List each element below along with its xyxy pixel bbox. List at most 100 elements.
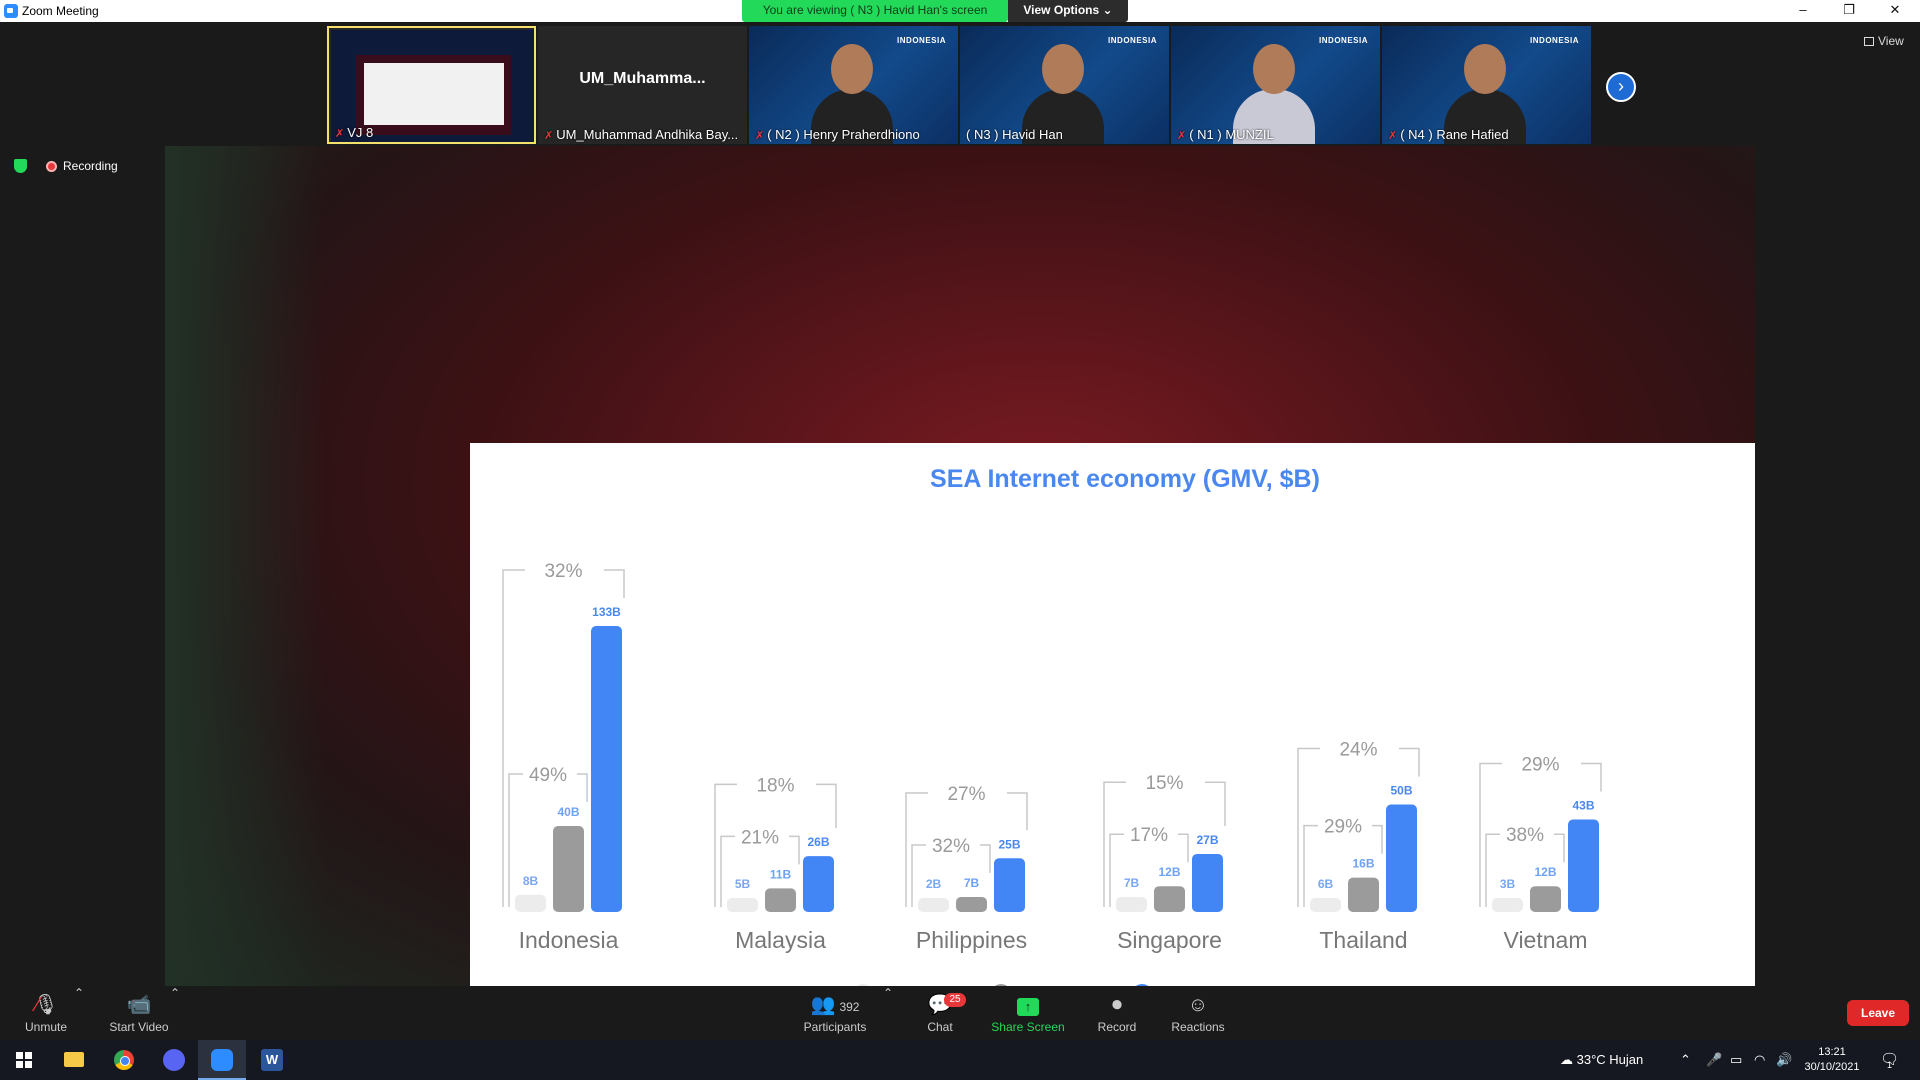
mic-off-icon: ✗ — [1388, 130, 1398, 142]
bar-2015 — [515, 894, 546, 912]
battery-icon[interactable]: ▭ — [1730, 1040, 1742, 1080]
cagr-label: 49% — [529, 765, 567, 786]
share-screen-icon: ↑ — [1017, 998, 1039, 1016]
mic-muted-icon: 🎙 ⁄ — [33, 994, 59, 1016]
volume-icon[interactable]: 🔊 — [1776, 1040, 1792, 1080]
data-label: 3B — [1500, 877, 1516, 891]
data-label: 25B — [998, 837, 1020, 851]
window-title: Zoom Meeting — [22, 4, 99, 18]
participants-caret-icon[interactable]: ⌃ — [883, 986, 893, 1040]
start-button[interactable] — [0, 1040, 48, 1080]
microphone-icon[interactable]: 🎤 — [1706, 1040, 1722, 1080]
cagr-label: 32% — [544, 561, 582, 582]
video-options-caret-icon[interactable]: ⌃ — [170, 986, 180, 1040]
cagr-label: 21% — [741, 827, 779, 848]
taskbar-discord[interactable] — [150, 1040, 198, 1080]
video-tile-andhika[interactable]: UM_Muhamma... ✗ UM_Muhammad Andhika Bay..… — [538, 26, 747, 144]
windows-taskbar: W ☁ 33°C Hujan ⌃ 🎤 ▭ ◠ 🔊 13:21 30/10/202… — [0, 1040, 1920, 1080]
bar-2019 — [765, 888, 796, 912]
weather-widget[interactable]: ☁ 33°C Hujan — [1560, 1040, 1643, 1080]
data-label: 7B — [964, 876, 980, 890]
category-label: Singapore — [1117, 927, 1222, 953]
taskbar-word[interactable]: W — [248, 1040, 296, 1080]
meeting-toolbar: 🎙 ⁄ Unmute ⌃ 📹 Start Video ⌃ 👥 392 Partici… — [0, 986, 1920, 1040]
reactions-button[interactable]: ☺ Reactions — [1168, 986, 1228, 1040]
reactions-icon: ☺ — [1187, 994, 1209, 1016]
minimize-button[interactable]: – — [1780, 0, 1826, 22]
start-video-button[interactable]: 📹 Start Video — [104, 986, 174, 1040]
taskbar-file-explorer[interactable] — [50, 1040, 98, 1080]
taskbar-zoom[interactable] — [198, 1040, 246, 1080]
cagr-label: 38% — [1506, 825, 1544, 846]
cagr-label: 27% — [947, 784, 985, 805]
show-hidden-icons-icon[interactable]: ⌃ — [1680, 1040, 1691, 1080]
close-button[interactable]: ✕ — [1872, 0, 1918, 22]
wifi-icon[interactable]: ◠ — [1754, 1040, 1765, 1080]
unmute-button[interactable]: 🎙 ⁄ Unmute — [18, 986, 74, 1040]
view-options-button[interactable]: View Options ⌄ — [1008, 0, 1128, 22]
data-label: 133B — [592, 605, 621, 619]
zoom-window: Zoom Meeting – ❐ ✕ You are viewing ( N3 … — [0, 0, 1920, 1080]
chat-button[interactable]: 💬 25 Chat — [918, 986, 966, 1040]
view-button[interactable]: View — [1864, 34, 1904, 48]
category-label: Malaysia — [735, 927, 826, 953]
video-tile-havid[interactable]: INDONESIA ( N3 ) Havid Han — [960, 26, 1169, 144]
leave-button[interactable]: Leave — [1847, 1000, 1909, 1026]
bar-2019 — [1530, 886, 1561, 912]
notification-icon[interactable]: 🗨1 — [1880, 1040, 1904, 1080]
discord-icon — [163, 1048, 185, 1071]
chrome-icon — [114, 1049, 134, 1070]
video-tile-henry[interactable]: INDONESIA ✗( N2 ) Henry Praherdhiono — [749, 26, 958, 144]
cagr-label: 29% — [1521, 755, 1559, 776]
video-off-icon: 📹 — [126, 994, 152, 1016]
bar-2025 — [1386, 804, 1417, 912]
indonesia-label: INDONESIA — [1319, 36, 1368, 45]
data-label: 43B — [1572, 799, 1594, 813]
view-label: View — [1878, 34, 1904, 48]
data-label: 7B — [1124, 876, 1140, 890]
mic-off-icon: ✗ — [544, 130, 554, 142]
bar-2015 — [1116, 896, 1147, 912]
record-button[interactable]: ⏺ Record — [1094, 986, 1140, 1040]
taskbar-chrome[interactable] — [100, 1040, 148, 1080]
category-label: Philippines — [916, 927, 1027, 953]
bar-2019 — [1348, 877, 1379, 912]
zoom-icon — [211, 1048, 233, 1071]
bar-2025 — [1192, 853, 1223, 912]
clock-date: 30/10/2021 — [1804, 1061, 1860, 1073]
participant-name: ✗ UM_Muhammad Andhika Bay... — [544, 127, 739, 142]
audio-options-caret-icon[interactable]: ⌃ — [74, 986, 84, 1040]
data-label: 26B — [807, 835, 829, 849]
next-page-arrow-icon[interactable]: › — [1606, 72, 1636, 102]
security-shield-icon[interactable] — [14, 159, 27, 173]
data-label: 50B — [1390, 784, 1412, 798]
data-label: 2B — [926, 877, 942, 891]
video-strip: ✗ VJ 8 UM_Muhamma... ✗ UM_Muhammad Andhika… — [0, 22, 1920, 146]
video-tile-rane[interactable]: INDONESIA ✗( N4 ) Rane Hafied — [1382, 26, 1591, 144]
data-label: 40B — [557, 805, 579, 819]
cagr-label: 32% — [932, 836, 970, 857]
video-tile-munzil[interactable]: INDONESIA ✗( N1 ) MUNZIL — [1171, 26, 1380, 144]
unmute-label: Unmute — [24, 1020, 68, 1034]
indonesia-label: INDONESIA — [1108, 36, 1157, 45]
bar-2025 — [803, 856, 834, 912]
bar-2015 — [1492, 898, 1523, 912]
record-icon: ⏺ — [1112, 994, 1122, 1016]
cloud-rain-icon: ☁ — [1560, 1052, 1573, 1067]
participants-label: Participants — [803, 1020, 867, 1034]
participants-count: 392 — [839, 1000, 860, 1014]
bar-2015 — [1310, 898, 1341, 912]
windows-logo-icon — [16, 1051, 32, 1068]
bar-2015 — [727, 898, 758, 912]
participant-big-name: UM_Muhamma... — [579, 70, 706, 87]
participants-button[interactable]: 👥 392 Participants — [798, 986, 872, 1040]
bar-chart: 8B 40B 133B 49% 32% Indonesia 5B 11B 26B 21% 18% Ma… — [502, 561, 1602, 986]
participant-name: ✗( N2 ) Henry Praherdhiono — [755, 127, 920, 142]
reactions-label: Reactions — [1171, 1020, 1225, 1034]
share-screen-button[interactable]: ↑ Share Screen — [990, 986, 1066, 1040]
video-tile-vj8[interactable]: ✗ VJ 8 — [327, 26, 536, 144]
restore-button[interactable]: ❐ — [1826, 0, 1872, 22]
taskbar-clock[interactable]: 13:21 30/10/2021 — [1796, 1045, 1868, 1075]
bar-2019 — [956, 896, 987, 912]
clock-time: 13:21 — [1818, 1046, 1846, 1058]
